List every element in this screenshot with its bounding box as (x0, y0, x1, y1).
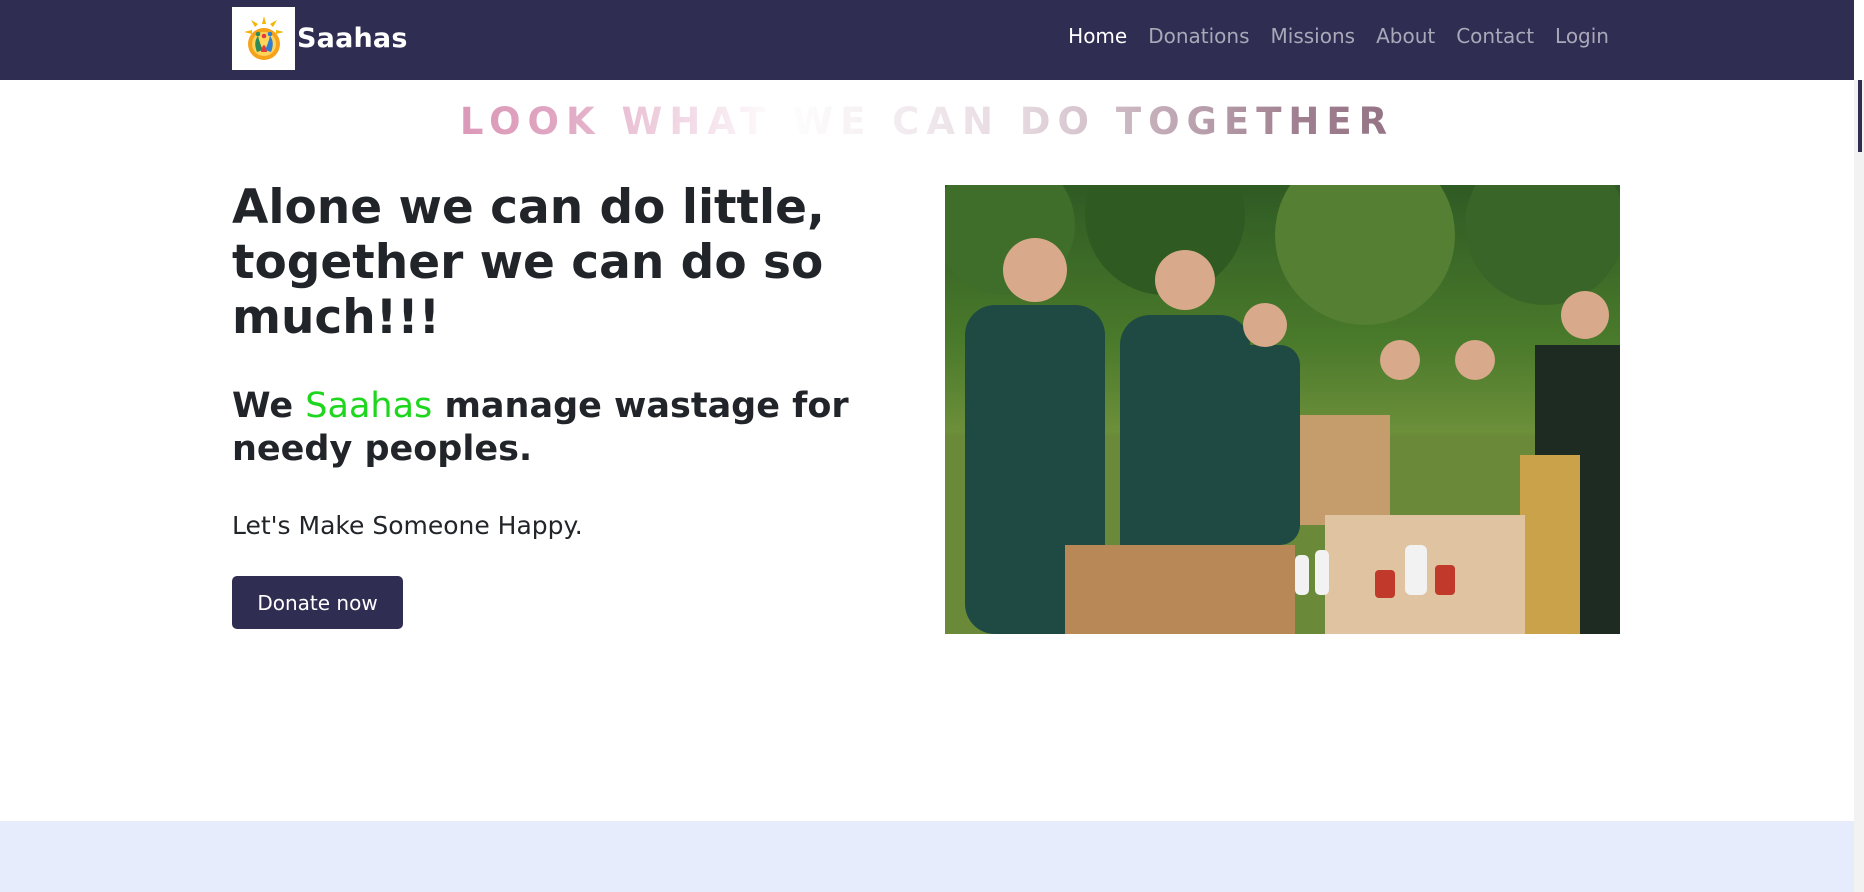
hero-heading: Alone we can do little, together we can … (232, 180, 825, 345)
brand[interactable]: Saahas (232, 7, 408, 70)
nav-link-login[interactable]: Login (1555, 24, 1609, 48)
nav-link-home[interactable]: Home (1068, 24, 1127, 48)
subheading-prefix: We (232, 386, 306, 426)
brand-highlight: Saahas (305, 386, 433, 426)
donate-now-button[interactable]: Donate now (232, 576, 403, 629)
top-navbar: Saahas Home Donations Missions About Con… (0, 0, 1854, 80)
nav-link-donations[interactable]: Donations (1148, 24, 1249, 48)
volunteers-photo (945, 185, 1620, 634)
saahas-logo-icon[interactable] (232, 7, 295, 70)
next-section-band (0, 821, 1854, 892)
nav-link-missions[interactable]: Missions (1271, 24, 1356, 48)
nav-links: Home Donations Missions About Contact Lo… (1047, 24, 1609, 48)
scrollbar-thumb[interactable] (1858, 80, 1862, 152)
nav-link-about[interactable]: About (1376, 24, 1435, 48)
hero-subheading: We Saahas manage wastage for needy peopl… (232, 385, 872, 471)
hero-happy-text: Let's Make Someone Happy. (232, 511, 583, 540)
hero-tagline: LOOK WHAT WE CAN DO TOGETHER (0, 100, 1854, 143)
page-scrollbar[interactable] (1854, 80, 1864, 892)
nav-link-contact[interactable]: Contact (1456, 24, 1534, 48)
brand-name[interactable]: Saahas (297, 23, 408, 54)
